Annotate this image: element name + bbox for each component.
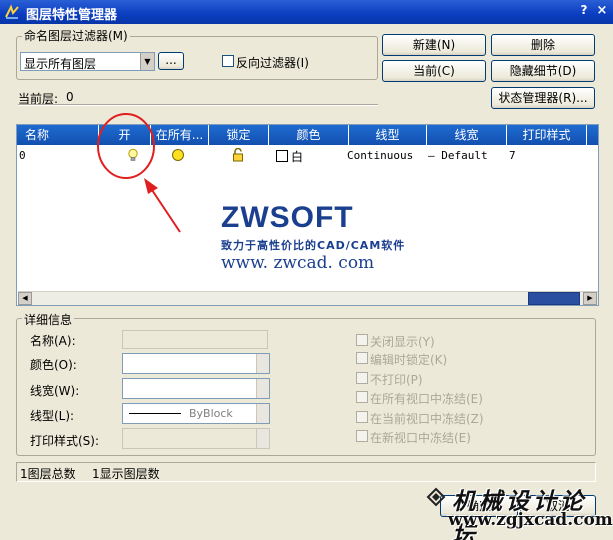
row-plotstyle: 7 (509, 149, 516, 162)
details-group (16, 318, 596, 456)
chevron-down-icon[interactable] (256, 404, 269, 423)
detail-linetype-select[interactable]: ByBlock (122, 403, 270, 424)
detail-name-field (122, 330, 268, 349)
forum-logo-icon (426, 487, 446, 507)
opt-off-checkbox[interactable] (356, 334, 368, 346)
scroll-thumb[interactable] (528, 292, 580, 305)
row-color: 白 (291, 150, 304, 164)
table-hscrollbar[interactable]: ◀ ▶ (18, 291, 598, 305)
app-logo-icon (5, 4, 19, 19)
close-button[interactable]: × (594, 3, 610, 21)
col-header-linetype[interactable]: 线型 (349, 125, 427, 145)
detail-lineweight-select[interactable] (122, 378, 270, 399)
col-header-freeze-all[interactable]: 在所有... (151, 125, 209, 145)
status-shown: 1显示图层数 (92, 467, 160, 481)
col-header-extra (587, 125, 598, 145)
scroll-right-button[interactable]: ▶ (583, 292, 597, 305)
forum-watermark-url: www.zgjxcad.com (448, 510, 613, 530)
chevron-down-icon[interactable]: ▼ (140, 53, 154, 70)
scroll-left-button[interactable]: ◀ (18, 292, 32, 305)
col-header-color[interactable]: 颜色 (269, 125, 349, 145)
linetype-sample-line (129, 413, 181, 414)
opt-lock-label: 编辑时锁定(K) (370, 353, 448, 367)
opt-freeze-current-checkbox[interactable] (356, 411, 368, 423)
title-bar: 图层特性管理器 ? × (0, 0, 613, 24)
status-total: 1图层总数 (20, 467, 76, 481)
opt-freeze-new-checkbox[interactable] (356, 430, 368, 442)
opt-off-label: 关闭显示(Y) (370, 335, 435, 349)
layers-table[interactable]: 名称 开 在所有... 锁定 颜色 线型 线宽 打印样式 0 白 Continu… (16, 124, 599, 306)
filter-selected-value: 显示所有图层 (24, 57, 97, 71)
current-layer-value: 0 (66, 90, 74, 104)
details-legend: 详细信息 (22, 311, 75, 328)
row-linetype: Continuous (347, 149, 414, 162)
unlock-icon[interactable] (231, 148, 245, 162)
detail-plotstyle-select (122, 428, 270, 449)
detail-color-select[interactable] (122, 353, 270, 374)
set-current-button[interactable]: 当前(C) (382, 60, 486, 82)
filter-legend: 命名图层过滤器(M) (22, 27, 130, 44)
hide-details-button[interactable]: 隐藏细节(D) (491, 60, 595, 82)
detail-linetype-value: ByBlock (189, 407, 233, 420)
chevron-down-icon[interactable] (256, 379, 269, 398)
chevron-down-icon[interactable] (256, 354, 269, 373)
opt-freeze-all-checkbox[interactable] (356, 391, 368, 403)
help-button[interactable]: ? (576, 3, 592, 21)
zwsoft-logo: ZWSOFT (221, 201, 354, 234)
detail-lineweight-label: 线宽(W): (30, 384, 80, 398)
invert-filter-checkbox[interactable] (222, 55, 234, 67)
opt-freeze-new-label: 在新视口中冻结(E) (370, 431, 471, 445)
col-header-lineweight[interactable]: 线宽 (427, 125, 507, 145)
table-row[interactable]: 0 白 Continuous — Default 7 (17, 145, 598, 165)
state-manager-button[interactable]: 状态管理器(R)... (491, 87, 595, 109)
invert-filter-label: 反向过滤器(I) (236, 56, 309, 70)
opt-freeze-current-label: 在当前视口中冻结(Z) (370, 412, 484, 426)
row-name: 0 (19, 149, 26, 162)
opt-noplot-label: 不打印(P) (370, 373, 423, 387)
zwsoft-url: www. zwcad. com (221, 253, 375, 273)
lightbulb-on-icon[interactable] (127, 148, 139, 162)
delete-layer-button[interactable]: 删除 (491, 34, 595, 56)
filter-browse-button[interactable]: ... (158, 52, 184, 70)
detail-linetype-label: 线型(L): (30, 409, 75, 423)
col-header-name[interactable]: 名称 (17, 125, 99, 145)
opt-noplot-checkbox[interactable] (356, 372, 368, 384)
detail-name-label: 名称(A): (30, 334, 76, 348)
zwsoft-slogan: 致力于高性价比的CAD/CAM软件 (221, 239, 406, 252)
detail-plotstyle-label: 打印样式(S): (30, 434, 100, 448)
filter-select[interactable]: 显示所有图层 ▼ (20, 52, 155, 71)
window-title: 图层特性管理器 (26, 8, 118, 23)
opt-freeze-all-label: 在所有视口中冻结(E) (370, 392, 483, 406)
sun-thaw-icon[interactable] (171, 148, 185, 162)
color-swatch[interactable] (276, 150, 288, 162)
chevron-down-icon (256, 429, 269, 448)
current-layer-divider (18, 104, 378, 106)
col-header-plotstyle[interactable]: 打印样式 (507, 125, 587, 145)
col-header-lock[interactable]: 锁定 (209, 125, 269, 145)
col-header-on[interactable]: 开 (99, 125, 151, 145)
new-layer-button[interactable]: 新建(N) (382, 34, 486, 56)
detail-color-label: 颜色(O): (30, 358, 77, 372)
row-lineweight: — Default (428, 149, 488, 162)
opt-lock-checkbox[interactable] (356, 352, 368, 364)
